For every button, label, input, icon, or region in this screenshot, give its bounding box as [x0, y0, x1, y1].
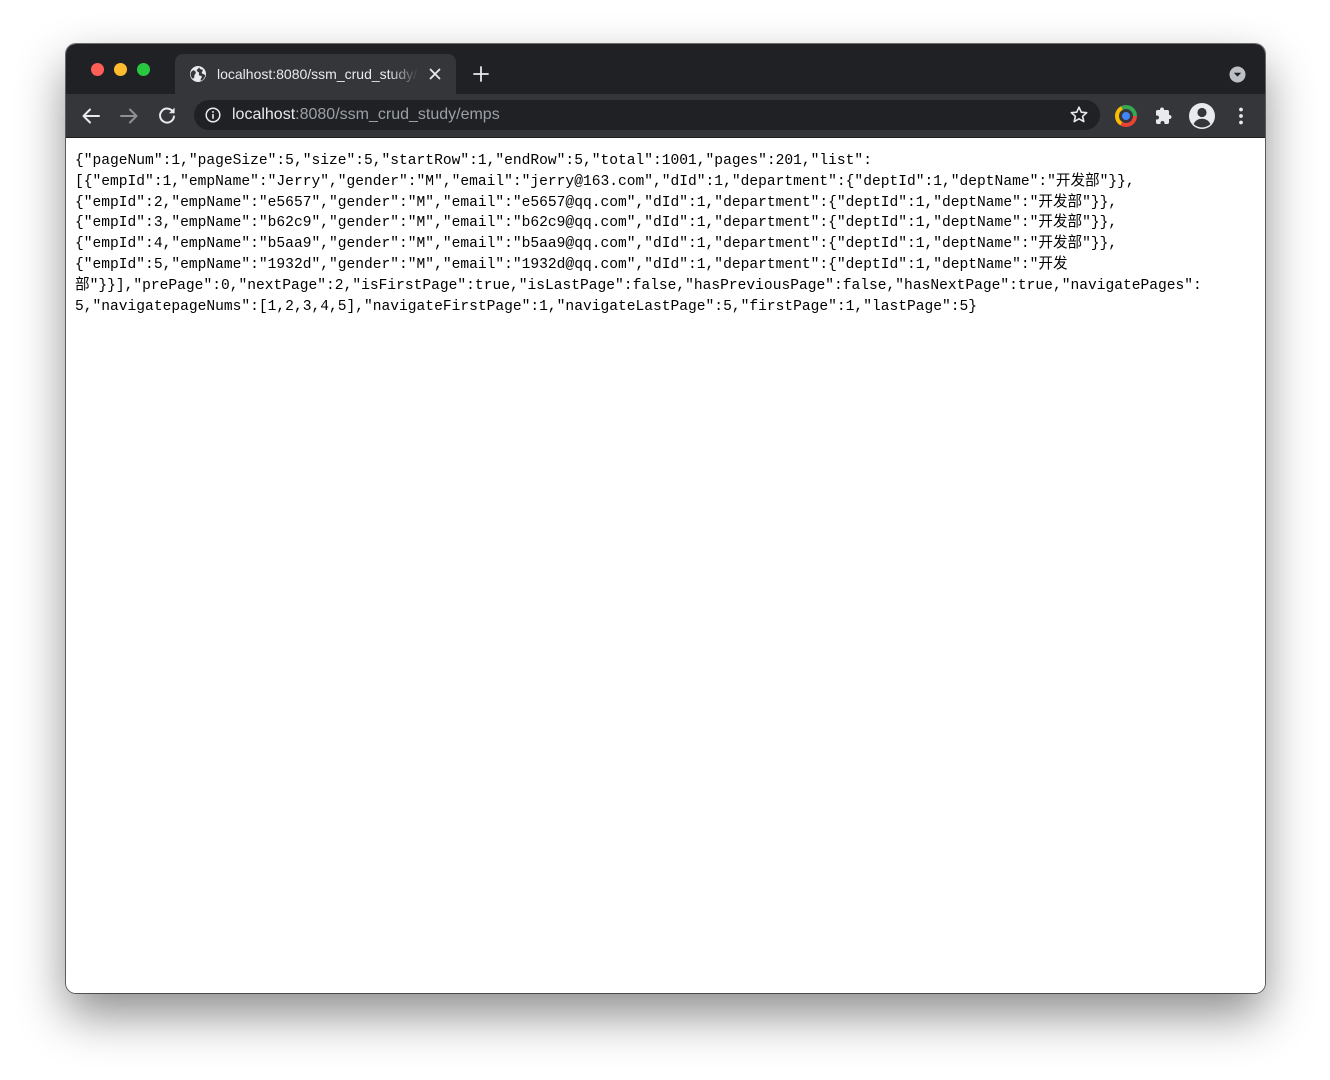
toolbar: localhost:8080/ssm_crud_study/emps: [66, 94, 1265, 138]
star-icon[interactable]: [1069, 105, 1089, 125]
json-line: {"empId":5,"empName":"1932d","gender":"M…: [75, 256, 1068, 273]
tab-title: localhost:8080/ssm_crud_study/emps: [217, 66, 419, 82]
title-bar: localhost:8080/ssm_crud_study/emps: [66, 44, 1265, 94]
reload-icon[interactable]: [155, 104, 179, 128]
globe-icon: [190, 66, 206, 82]
json-line: {"empId":2,"empName":"e5657","gender":"M…: [75, 194, 1118, 211]
browser-window: localhost:8080/ssm_crud_study/emps: [66, 44, 1265, 993]
json-response: {"pageNum":1,"pageSize":5,"size":5,"star…: [75, 151, 1255, 317]
json-line: 5,"navigatepageNums":[1,2,3,4,5],"naviga…: [75, 298, 978, 315]
json-line: {"pageNum":1,"pageSize":5,"size":5,"star…: [75, 153, 872, 169]
json-line: [{"empId":1,"empName":"Jerry","gender":"…: [75, 173, 1135, 190]
close-icon[interactable]: [427, 66, 443, 82]
profile-avatar-icon[interactable]: [1188, 102, 1216, 130]
more-vert-icon[interactable]: [1229, 104, 1253, 128]
chevron-down-circle-icon[interactable]: [1229, 66, 1246, 83]
url-text[interactable]: localhost:8080/ssm_crud_study/emps: [232, 106, 500, 124]
plus-icon[interactable]: [471, 64, 491, 84]
json-line: {"empId":4,"empName":"b5aa9","gender":"M…: [75, 236, 1118, 253]
json-line: {"empId":3,"empName":"b62c9","gender":"M…: [75, 215, 1118, 232]
url-path: :8080/ssm_crud_study/emps: [295, 106, 500, 123]
window-maximize-button[interactable]: [137, 63, 150, 76]
address-bar[interactable]: localhost:8080/ssm_crud_study/emps: [194, 100, 1100, 130]
window-minimize-button[interactable]: [114, 63, 127, 76]
info-icon[interactable]: [205, 107, 221, 123]
chrome-extension-icon[interactable]: [1114, 104, 1138, 128]
url-host: localhost: [232, 106, 296, 123]
window-close-button[interactable]: [91, 63, 104, 76]
tab-active[interactable]: localhost:8080/ssm_crud_study/emps: [175, 54, 456, 94]
page-content: {"pageNum":1,"pageSize":5,"size":5,"star…: [66, 138, 1265, 993]
arrow-right-icon[interactable]: [117, 104, 141, 128]
arrow-left-icon[interactable]: [79, 104, 103, 128]
puzzle-icon[interactable]: [1152, 104, 1176, 128]
json-line: 部"}}],"prePage":0,"nextPage":2,"isFirstP…: [75, 277, 1202, 294]
